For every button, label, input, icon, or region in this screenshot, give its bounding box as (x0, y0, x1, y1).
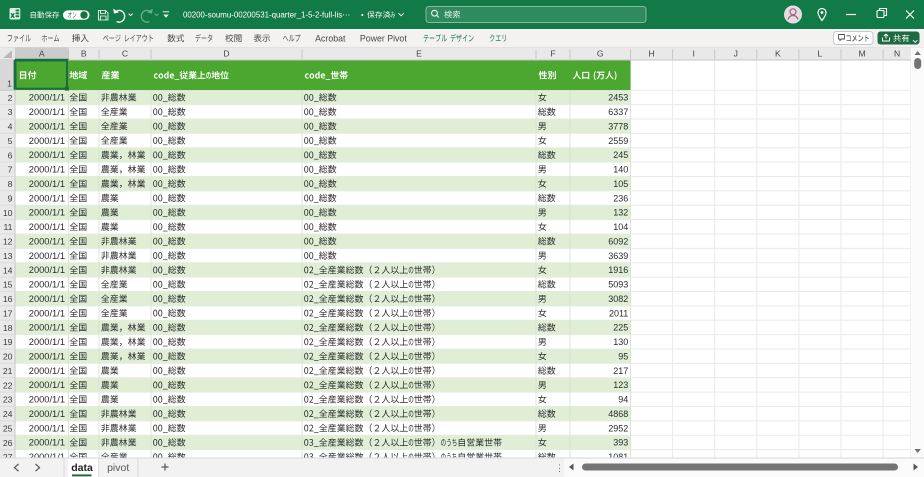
svg-text:18: 18 (3, 323, 13, 333)
svg-text:L: L (818, 49, 823, 59)
svg-text:3639: 3639 (608, 251, 628, 261)
svg-text:26: 26 (3, 438, 13, 448)
svg-text:J: J (734, 49, 738, 59)
svg-text:3: 3 (8, 107, 13, 117)
svg-text:2000/1/1: 2000/1/1 (29, 395, 65, 405)
svg-text:data: data (71, 462, 93, 474)
svg-text:2000/1/1: 2000/1/1 (29, 280, 65, 290)
svg-text:2000/1/1: 2000/1/1 (29, 351, 65, 361)
svg-text:105: 105 (613, 179, 628, 189)
svg-text:132: 132 (613, 208, 628, 218)
svg-text:17: 17 (3, 308, 13, 318)
svg-text:2000/1/1: 2000/1/1 (29, 136, 65, 146)
svg-text:I: I (692, 49, 694, 59)
svg-text:6337: 6337 (608, 107, 628, 117)
svg-text:13: 13 (3, 251, 13, 261)
svg-text:12: 12 (3, 237, 13, 247)
svg-text:10: 10 (3, 208, 13, 218)
svg-text:393: 393 (613, 438, 628, 448)
svg-text:2000/1/1: 2000/1/1 (29, 121, 65, 131)
svg-text:16: 16 (3, 294, 13, 304)
svg-text:1: 1 (7, 79, 12, 89)
svg-text:217: 217 (613, 366, 628, 376)
svg-text:130: 130 (613, 337, 628, 347)
svg-text:3778: 3778 (608, 121, 628, 131)
svg-text:2000/1/1: 2000/1/1 (29, 380, 65, 390)
svg-text:236: 236 (613, 193, 628, 203)
svg-text:2000/1/1: 2000/1/1 (29, 251, 65, 261)
svg-text:104: 104 (613, 222, 628, 232)
svg-text:2000/1/1: 2000/1/1 (29, 423, 65, 433)
svg-text:2952: 2952 (608, 423, 628, 433)
svg-text:19: 19 (3, 337, 13, 347)
svg-text:245: 245 (613, 150, 628, 160)
svg-text:2000/1/1: 2000/1/1 (29, 294, 65, 304)
svg-text:2000/1/1: 2000/1/1 (29, 308, 65, 318)
svg-text:2000/1/1: 2000/1/1 (29, 366, 65, 376)
svg-text:11: 11 (3, 222, 12, 232)
svg-text:4868: 4868 (608, 409, 628, 419)
svg-text:2000/1/1: 2000/1/1 (29, 93, 65, 103)
svg-text:21: 21 (3, 366, 13, 376)
svg-text:25: 25 (3, 423, 13, 433)
svg-text:C: C (122, 49, 128, 59)
svg-text:7: 7 (8, 165, 13, 175)
svg-text:2000/1/1: 2000/1/1 (29, 222, 65, 232)
svg-text:2000/1/1: 2000/1/1 (29, 337, 65, 347)
svg-text:6092: 6092 (608, 236, 628, 246)
svg-text:95: 95 (618, 351, 628, 361)
svg-text:2000/1/1: 2000/1/1 (29, 323, 65, 333)
svg-text:94: 94 (618, 395, 628, 405)
svg-text:pivot: pivot (107, 462, 129, 474)
svg-text:E: E (416, 49, 422, 59)
svg-text:5093: 5093 (608, 280, 628, 290)
svg-text:1916: 1916 (608, 265, 628, 275)
svg-text:Power Pivot: Power Pivot (360, 33, 407, 43)
svg-text:5: 5 (8, 136, 13, 146)
svg-text:2011: 2011 (609, 308, 628, 318)
svg-text:G: G (597, 49, 604, 59)
svg-text:N: N (894, 49, 900, 59)
svg-text:24: 24 (3, 409, 13, 419)
svg-text:2000/1/1: 2000/1/1 (29, 409, 65, 419)
svg-text:⋮: ⋮ (555, 463, 564, 473)
svg-text:D: D (223, 49, 229, 59)
svg-text:14: 14 (3, 265, 13, 275)
svg-text:2000/1/1: 2000/1/1 (29, 165, 65, 175)
svg-text:M: M (858, 49, 865, 59)
svg-text:•: • (361, 11, 364, 20)
svg-text:8: 8 (8, 179, 13, 189)
svg-text:F: F (550, 49, 555, 59)
svg-text:B: B (81, 49, 87, 59)
svg-text:123: 123 (613, 380, 628, 390)
svg-text:6: 6 (8, 150, 13, 160)
svg-text:H: H (648, 49, 654, 59)
svg-text:23: 23 (3, 395, 13, 405)
svg-text:2: 2 (8, 93, 13, 103)
svg-text:3082: 3082 (608, 294, 628, 304)
svg-text:2559: 2559 (608, 136, 628, 146)
svg-text:00200-soumu-00200531-quarter_1: 00200-soumu-00200531-quarter_1-5-2-full-… (183, 11, 350, 20)
svg-text:9: 9 (8, 193, 13, 203)
svg-text:22: 22 (3, 380, 13, 390)
svg-text:2453: 2453 (608, 93, 628, 103)
svg-text:2000/1/1: 2000/1/1 (29, 438, 65, 448)
svg-text:140: 140 (613, 165, 628, 175)
svg-text:Acrobat: Acrobat (315, 33, 346, 43)
svg-text:4: 4 (8, 122, 13, 132)
svg-text:2000/1/1: 2000/1/1 (29, 179, 65, 189)
svg-text:2000/1/1: 2000/1/1 (29, 208, 65, 218)
svg-text:2000/1/1: 2000/1/1 (29, 193, 65, 203)
svg-text:2000/1/1: 2000/1/1 (29, 236, 65, 246)
svg-text:225: 225 (613, 323, 628, 333)
svg-text:15: 15 (3, 280, 13, 290)
svg-text:A: A (39, 49, 45, 59)
svg-text:K: K (775, 49, 781, 59)
svg-text:20: 20 (3, 352, 13, 362)
svg-text:2000/1/1: 2000/1/1 (29, 265, 65, 275)
svg-text:2000/1/1: 2000/1/1 (29, 150, 65, 160)
svg-text:2000/1/1: 2000/1/1 (29, 107, 65, 117)
